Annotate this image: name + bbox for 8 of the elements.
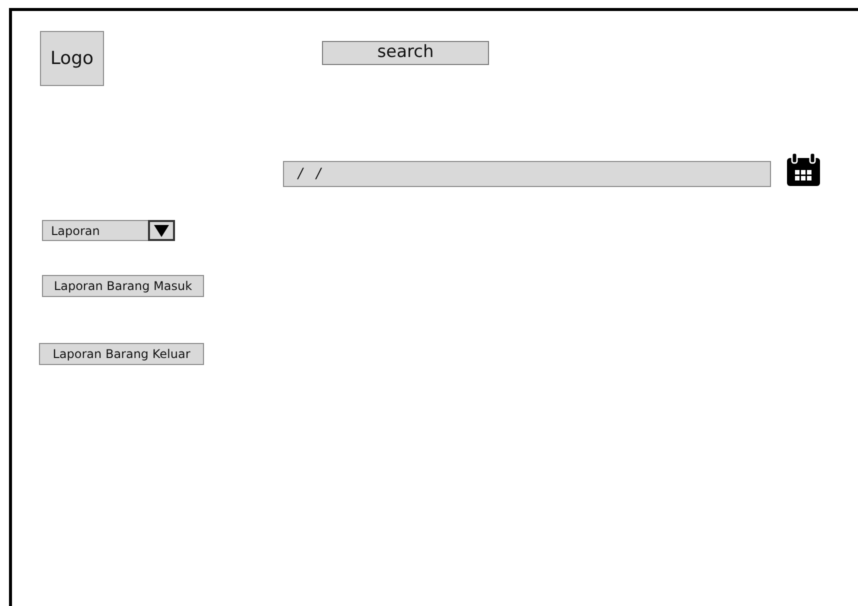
date-field[interactable]: / / — [283, 161, 771, 187]
calendar-icon[interactable] — [786, 153, 821, 187]
report-dropdown[interactable]: Laporan — [42, 220, 175, 241]
report-button[interactable]: Laporan Barang Masuk — [42, 275, 204, 297]
logo: Logo — [40, 31, 104, 86]
caret-icon — [154, 224, 169, 236]
search-field[interactable]: search — [322, 41, 489, 65]
report-button[interactable]: Laporan Barang Keluar — [39, 343, 204, 365]
